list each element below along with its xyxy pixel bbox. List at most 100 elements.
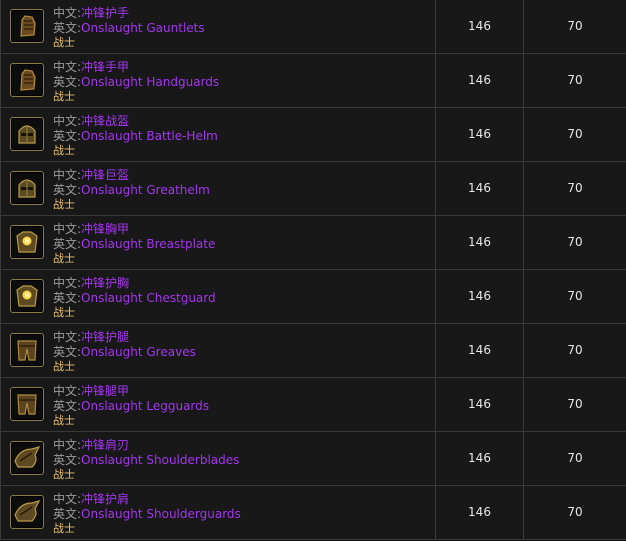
item-name-en[interactable]: Onslaught Greathelm [81,183,210,197]
item-name-en[interactable]: Onslaught Gauntlets [81,21,205,35]
required-level: 70 [567,73,583,87]
table-row: 中文:冲锋巨盔 英文:Onslaught Greathelm 战士 146 70 [0,162,626,216]
item-cell: 中文:冲锋战盔 英文:Onslaught Battle-Helm 战士 [0,108,436,161]
table-row: 中文:冲锋战盔 英文:Onslaught Battle-Helm 战士 146 … [0,108,626,162]
en-prefix: 英文: [53,21,82,35]
item-name-en[interactable]: Onslaught Shoulderguards [81,507,241,521]
en-prefix: 英文: [53,237,82,251]
item-class: 战士 [53,522,75,535]
item-name-en[interactable]: Onslaught Greaves [81,345,196,359]
helm-icon[interactable] [10,117,44,151]
item-name-en[interactable]: Onslaught Shoulderblades [81,453,239,467]
item-cell: 中文:冲锋巨盔 英文:Onslaught Greathelm 战士 [0,162,436,215]
en-prefix: 英文: [53,453,82,467]
required-level: 70 [567,343,583,357]
item-name-en[interactable]: Onslaught Breastplate [81,237,215,251]
table-row: 中文:冲锋肩刃 英文:Onslaught Shoulderblades 战士 1… [0,432,626,486]
cn-prefix: 中文: [53,492,82,506]
item-cell: 中文:冲锋胸甲 英文:Onslaught Breastplate 战士 [0,216,436,269]
item-level: 146 [436,486,524,539]
item-cell: 中文:冲锋肩刃 英文:Onslaught Shoulderblades 战士 [0,432,436,485]
item-name-cn[interactable]: 冲锋护胸 [81,276,129,290]
table-row: 中文:冲锋护胸 英文:Onslaught Chestguard 战士 146 7… [0,270,626,324]
legs-icon[interactable] [10,333,44,367]
en-prefix: 英文: [53,129,82,143]
item-name-cn[interactable]: 冲锋巨盔 [81,168,129,182]
required-level: 70 [567,19,583,33]
item-name-en[interactable]: Onslaught Handguards [81,75,219,89]
chest-icon[interactable] [10,225,44,259]
en-prefix: 英文: [53,345,82,359]
item-level: 146 [436,378,524,431]
en-prefix: 英文: [53,75,82,89]
item-name-en[interactable]: Onslaught Chestguard [81,291,216,305]
item-level: 146 [436,432,524,485]
legs-icon[interactable] [10,387,44,421]
item-level: 146 [436,162,524,215]
item-class: 战士 [53,252,75,265]
cn-prefix: 中文: [53,222,82,236]
required-level: 70 [567,505,583,519]
cn-prefix: 中文: [53,6,82,20]
item-class: 战士 [53,198,75,211]
en-prefix: 英文: [53,183,82,197]
item-name-cn[interactable]: 冲锋手甲 [81,60,129,74]
item-cell: 中文:冲锋护腿 英文:Onslaught Greaves 战士 [0,324,436,377]
en-prefix: 英文: [53,507,82,521]
cn-prefix: 中文: [53,168,82,182]
shoulder-icon[interactable] [10,441,44,475]
table-row: 中文:冲锋手甲 英文:Onslaught Handguards 战士 146 7… [0,54,626,108]
item-level: 146 [436,324,524,377]
item-level: 146 [436,54,524,107]
item-name-en[interactable]: Onslaught Battle-Helm [81,129,218,143]
required-level: 70 [567,451,583,465]
table-row: 中文:冲锋腿甲 英文:Onslaught Legguards 战士 146 70 [0,378,626,432]
item-name-cn[interactable]: 冲锋护肩 [81,492,129,506]
table-row: 中文:冲锋护腿 英文:Onslaught Greaves 战士 146 70 [0,324,626,378]
item-level: 146 [436,108,524,161]
item-class: 战士 [53,36,75,49]
item-level: 146 [436,216,524,269]
item-class: 战士 [53,306,75,319]
cn-prefix: 中文: [53,60,82,74]
item-table: 中文:冲锋护手 英文:Onslaught Gauntlets 战士 146 70… [0,0,626,541]
item-cell: 中文:冲锋护手 英文:Onslaught Gauntlets 战士 [0,0,436,53]
item-cell: 中文:冲锋护胸 英文:Onslaught Chestguard 战士 [0,270,436,323]
item-name-cn[interactable]: 冲锋护腿 [81,330,129,344]
gauntlets-icon[interactable] [10,63,44,97]
required-level: 70 [567,235,583,249]
cn-prefix: 中文: [53,438,82,452]
chest-icon[interactable] [10,279,44,313]
table-row: 中文:冲锋护肩 英文:Onslaught Shoulderguards 战士 1… [0,486,626,540]
item-class: 战士 [53,144,75,157]
en-prefix: 英文: [53,291,82,305]
item-name-cn[interactable]: 冲锋肩刃 [81,438,129,452]
cn-prefix: 中文: [53,330,82,344]
en-prefix: 英文: [53,399,82,413]
item-class: 战士 [53,360,75,373]
cn-prefix: 中文: [53,384,82,398]
gauntlets-icon[interactable] [10,9,44,43]
item-name-cn[interactable]: 冲锋胸甲 [81,222,129,236]
item-name-cn[interactable]: 冲锋护手 [81,6,129,20]
cn-prefix: 中文: [53,114,82,128]
required-level: 70 [567,181,583,195]
item-level: 146 [436,270,524,323]
table-row: 中文:冲锋护手 英文:Onslaught Gauntlets 战士 146 70 [0,0,626,54]
shoulder-icon[interactable] [10,495,44,529]
table-row: 中文:冲锋胸甲 英文:Onslaught Breastplate 战士 146 … [0,216,626,270]
item-cell: 中文:冲锋手甲 英文:Onslaught Handguards 战士 [0,54,436,107]
item-class: 战士 [53,414,75,427]
item-name-en[interactable]: Onslaught Legguards [81,399,209,413]
helm-icon[interactable] [10,171,44,205]
item-name-cn[interactable]: 冲锋腿甲 [81,384,129,398]
item-name-cn[interactable]: 冲锋战盔 [81,114,129,128]
item-level: 146 [436,0,524,53]
item-cell: 中文:冲锋腿甲 英文:Onslaught Legguards 战士 [0,378,436,431]
cn-prefix: 中文: [53,276,82,290]
required-level: 70 [567,127,583,141]
item-class: 战士 [53,468,75,481]
item-class: 战士 [53,90,75,103]
required-level: 70 [567,397,583,411]
item-cell: 中文:冲锋护肩 英文:Onslaught Shoulderguards 战士 [0,486,436,539]
